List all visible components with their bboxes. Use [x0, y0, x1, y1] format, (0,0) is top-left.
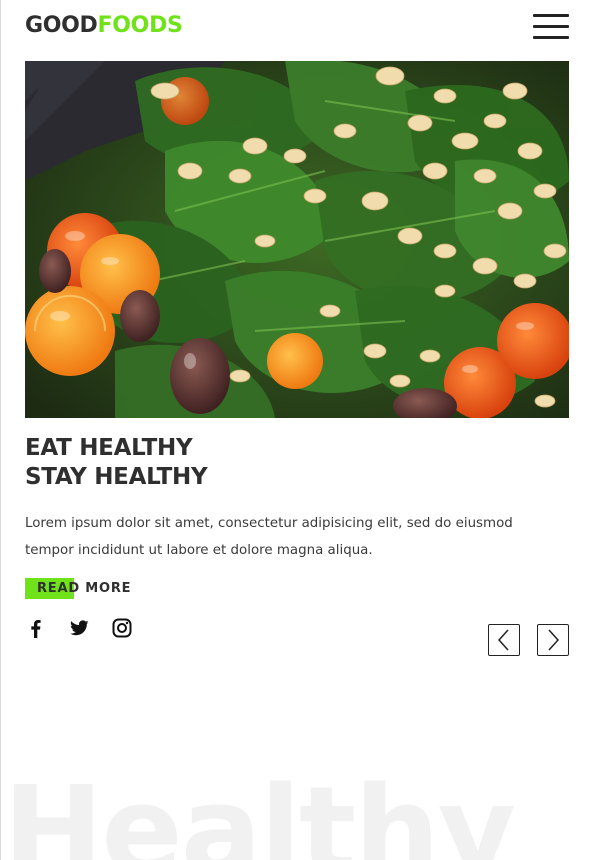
read-more-button[interactable]: READ MORE [25, 577, 131, 599]
hamburger-menu-icon[interactable] [533, 14, 569, 40]
headline-line-1: EAT HEALTHY [25, 435, 193, 461]
instagram-icon[interactable] [111, 617, 133, 639]
header: GOODFOODS [25, 12, 569, 42]
hero-image [25, 61, 569, 418]
background-watermark: Healthy [3, 762, 516, 860]
brand-logo-part2: FOODS [97, 13, 183, 38]
chevron-left-icon[interactable] [488, 624, 520, 656]
headline-line-2: STAY HEALTHY [25, 464, 208, 490]
chevron-right-icon[interactable] [537, 624, 569, 656]
description-text: Lorem ipsum dolor sit amet, consectetur … [25, 516, 513, 558]
read-more-label: READ MORE [37, 581, 132, 596]
facebook-icon[interactable] [25, 617, 47, 639]
brand-logo[interactable]: GOODFOODS [25, 13, 183, 38]
brand-logo-part1: GOOD [25, 13, 98, 38]
page-headline: EAT HEALTHY STAY HEALTHY [25, 434, 208, 492]
slider-controls [488, 624, 570, 656]
twitter-icon[interactable] [68, 617, 90, 639]
